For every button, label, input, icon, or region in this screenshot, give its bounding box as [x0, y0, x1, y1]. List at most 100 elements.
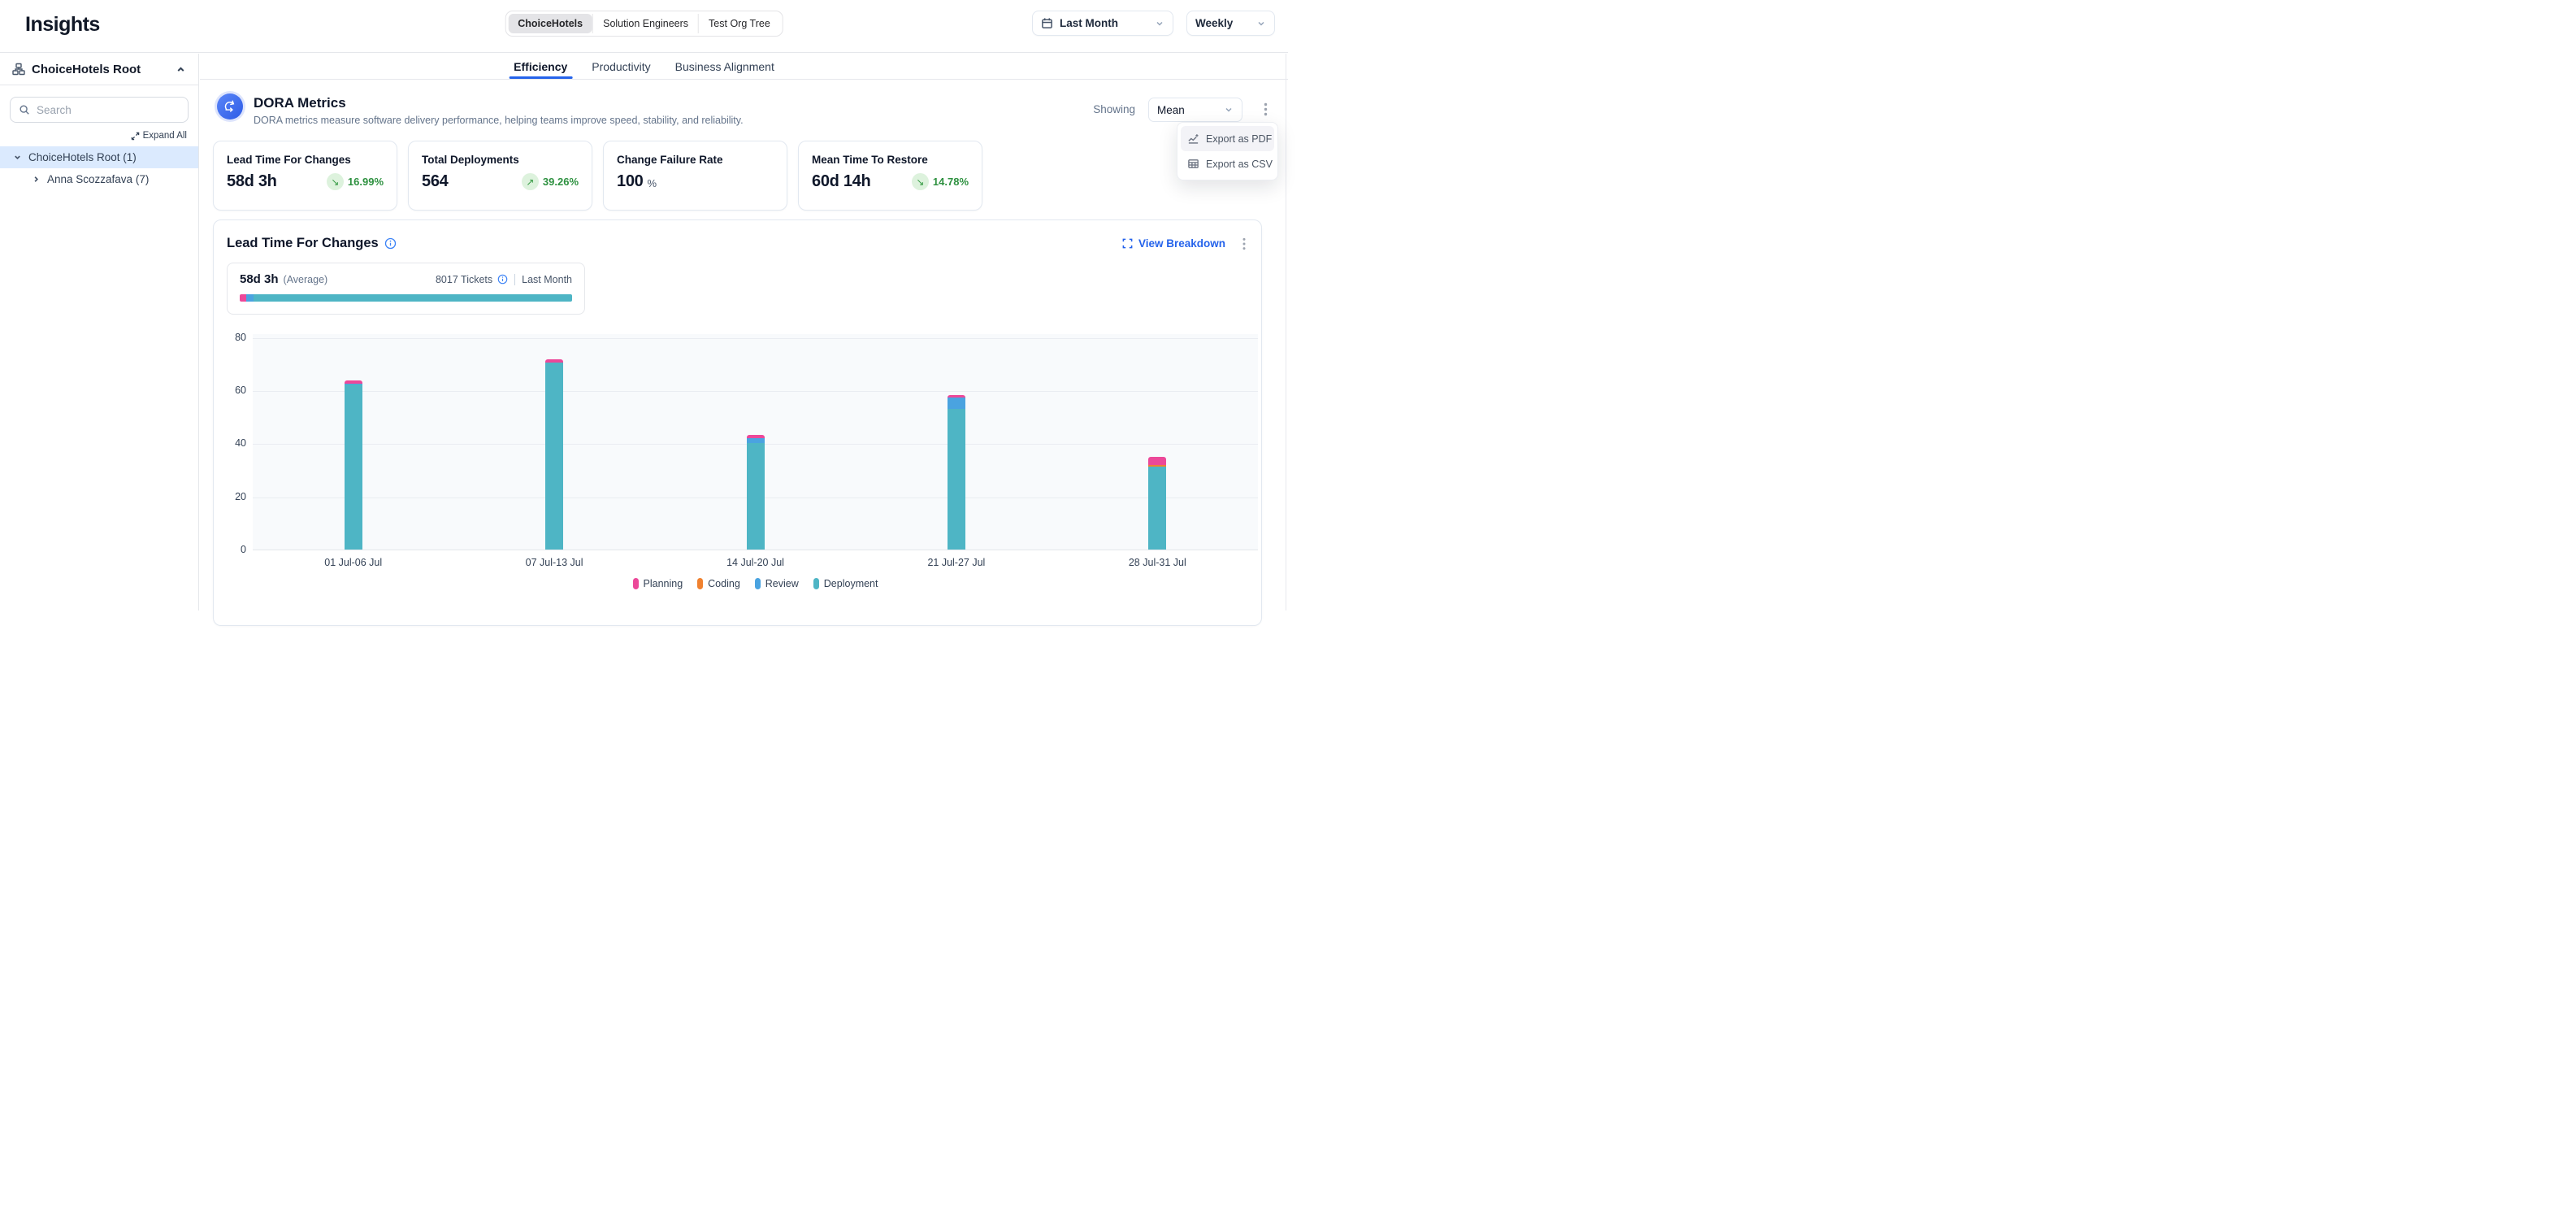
tab-business-alignment[interactable]: Business Alignment	[675, 54, 774, 79]
chart-legend: Planning Coding Review Deployment	[253, 578, 1258, 589]
granularity-select[interactable]: Weekly	[1186, 11, 1275, 36]
period-select-value: Last Month	[1060, 17, 1118, 29]
progress-segment-deployment	[254, 294, 572, 302]
metric-card-change-failure-rate: Change Failure Rate 100 %	[603, 141, 787, 211]
tree-item-choicehotels-root[interactable]: ChoiceHotels Root (1)	[0, 146, 198, 168]
metric-value: 58d 3h	[227, 172, 277, 191]
org-tree: ChoiceHotels Root (1) Anna Scozzafava (7…	[0, 146, 198, 190]
y-tick-label: 80	[214, 332, 246, 343]
legend-marker	[697, 578, 703, 589]
expand-corners-icon	[1122, 238, 1133, 249]
metric-title: Total Deployments	[422, 154, 579, 166]
trend-badge: ↘ 14.78%	[912, 173, 969, 190]
trend-percent: 39.26%	[543, 176, 579, 188]
collapse-sidebar-icon[interactable]	[176, 64, 186, 75]
search-input[interactable]	[37, 104, 180, 116]
view-breakdown-button[interactable]: View Breakdown	[1122, 237, 1225, 250]
phase-progress-bar	[240, 294, 572, 302]
x-tick-label: 28 Jul-31 Jul	[1084, 557, 1230, 568]
dora-kebab-menu-button[interactable]	[1260, 102, 1272, 116]
bar-segment-planning	[1148, 457, 1166, 465]
bar-21 Jul-27 Jul[interactable]	[948, 395, 965, 550]
showing-mean-select[interactable]: Mean	[1148, 98, 1242, 122]
bar-segment-deployment	[948, 409, 965, 550]
trend-percent: 16.99%	[348, 176, 384, 188]
menu-item-export-pdf[interactable]: Export as PDF	[1181, 126, 1274, 151]
stacked-bar-chart: 020406080 01 Jul-06 Jul07 Jul-13 Jul14 J…	[214, 326, 1261, 594]
trend-badge: ↗ 39.26%	[522, 173, 579, 190]
granularity-select-value: Weekly	[1195, 17, 1233, 29]
bar-14 Jul-20 Jul[interactable]	[747, 435, 765, 550]
progress-segment-review	[246, 294, 254, 302]
legend-item-deployment[interactable]: Deployment	[813, 578, 878, 589]
metric-card-lead-time: Lead Time For Changes 58d 3h ↘ 16.99%	[213, 141, 397, 211]
org-tree-sidebar: ChoiceHotels Root Expand All ChoiceHotel…	[0, 54, 199, 610]
export-menu: Export as PDF Export as CSV	[1177, 122, 1278, 180]
period-select[interactable]: Last Month	[1032, 11, 1173, 36]
chevron-down-icon	[1256, 19, 1266, 28]
legend-item-coding[interactable]: Coding	[697, 578, 740, 589]
bar-segment-deployment	[1148, 467, 1166, 550]
dora-section-description: DORA metrics measure software delivery p…	[254, 115, 744, 126]
x-tick-label: 01 Jul-06 Jul	[280, 557, 427, 568]
summary-qualifier: (Average)	[284, 274, 328, 285]
bar-01 Jul-06 Jul[interactable]	[345, 380, 362, 550]
y-tick-label: 20	[214, 491, 246, 502]
expand-arrows-icon	[131, 132, 140, 141]
chevron-down-icon[interactable]	[13, 153, 22, 162]
legend-item-review[interactable]: Review	[755, 578, 799, 589]
trend-down-icon: ↘	[912, 173, 929, 190]
info-icon[interactable]	[497, 274, 508, 285]
legend-marker	[633, 578, 639, 589]
metric-title: Mean Time To Restore	[812, 154, 969, 166]
bar-28 Jul-31 Jul[interactable]	[1148, 457, 1166, 550]
bar-segment-deployment	[345, 385, 362, 550]
legend-marker	[813, 578, 819, 589]
org-tab-test-org-tree[interactable]: Test Org Tree	[699, 14, 780, 33]
calendar-icon	[1041, 17, 1053, 29]
metric-unit: %	[647, 177, 657, 189]
metric-value: 60d 14h	[812, 172, 870, 191]
legend-label: Planning	[644, 578, 683, 589]
lead-time-summary-card: 58d 3h (Average) 8017 Tickets Last Month	[227, 263, 585, 315]
y-tick-label: 60	[214, 385, 246, 396]
tab-efficiency[interactable]: Efficiency	[514, 54, 567, 79]
trend-down-icon: ↘	[327, 173, 344, 190]
chart-title: Lead Time For Changes	[227, 236, 379, 251]
org-tab-choicehotels[interactable]: ChoiceHotels	[508, 14, 592, 33]
y-tick-label: 40	[214, 437, 246, 449]
expand-all-button[interactable]: Expand All	[11, 131, 187, 141]
x-tick-label: 14 Jul-20 Jul	[683, 557, 829, 568]
legend-item-planning[interactable]: Planning	[633, 578, 683, 589]
org-tab-solution-engineers[interactable]: Solution Engineers	[593, 14, 698, 33]
info-icon[interactable]	[384, 237, 397, 250]
dora-section-title: DORA Metrics	[254, 95, 346, 111]
org-hierarchy-icon	[12, 63, 25, 76]
plot-area	[253, 334, 1258, 550]
progress-segment-planning	[240, 294, 246, 302]
table-icon	[1187, 158, 1199, 170]
tree-item-anna-scozzafava[interactable]: Anna Scozzafava (7)	[0, 168, 198, 190]
tree-item-label: Anna Scozzafava (7)	[47, 173, 149, 185]
org-switcher: ChoiceHotels Solution Engineers Test Org…	[505, 11, 783, 37]
chart-kebab-menu-button[interactable]	[1238, 237, 1250, 250]
sidebar-header: ChoiceHotels Root	[0, 54, 198, 85]
page-title: Insights	[25, 13, 100, 37]
x-tick-label: 21 Jul-27 Jul	[883, 557, 1030, 568]
bar-segment-review	[948, 398, 965, 410]
trend-up-icon: ↗	[522, 173, 539, 190]
legend-label: Deployment	[824, 578, 878, 589]
trend-percent: 14.78%	[933, 176, 969, 188]
top-header: Insights ChoiceHotels Solution Engineers…	[0, 0, 1288, 53]
tab-productivity[interactable]: Productivity	[592, 54, 650, 79]
metric-title: Change Failure Rate	[617, 154, 774, 166]
showing-label: Showing	[1093, 103, 1135, 115]
bar-07 Jul-13 Jul[interactable]	[545, 359, 563, 550]
tabs-divider	[200, 79, 1288, 80]
menu-item-export-csv[interactable]: Export as CSV	[1181, 151, 1274, 176]
metric-card-total-deployments: Total Deployments 564 ↗ 39.26%	[408, 141, 592, 211]
lead-time-chart-card: Lead Time For Changes View Breakdown 58d…	[213, 219, 1262, 626]
chevron-right-icon[interactable]	[32, 175, 41, 184]
summary-period: Last Month	[522, 274, 572, 285]
sidebar-title: ChoiceHotels Root	[32, 63, 141, 76]
